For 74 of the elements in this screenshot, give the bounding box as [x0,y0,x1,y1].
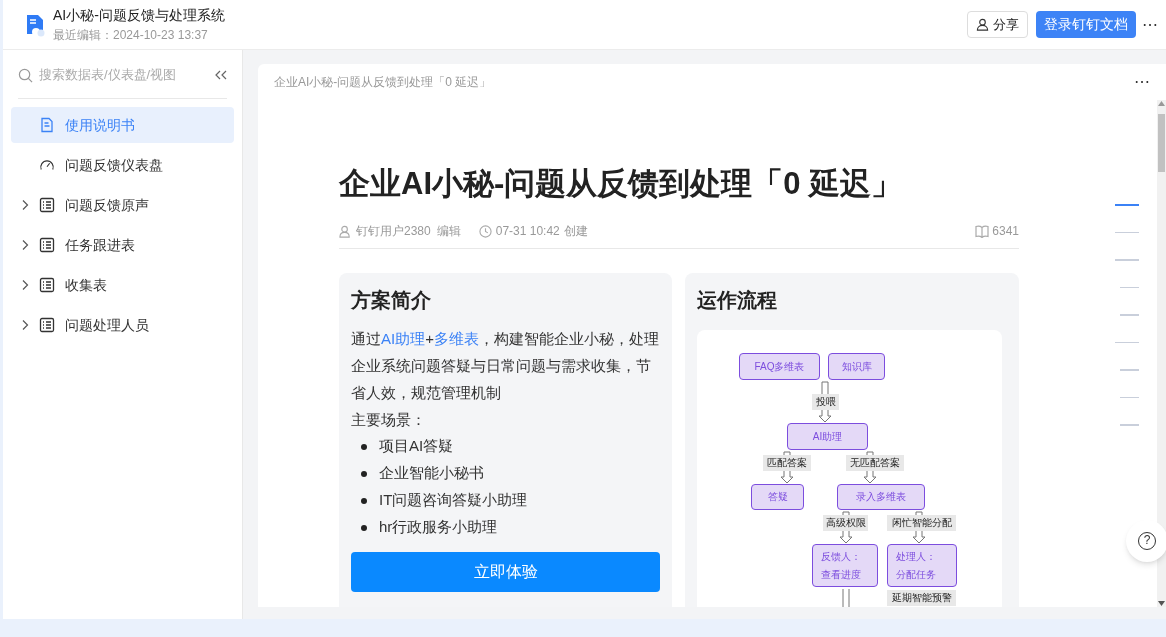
edited-label: 编辑 [436,223,461,240]
outline-marker[interactable] [1115,259,1139,261]
list-item: IT问题咨询答疑小助理 [379,490,528,511]
bullet-icon [361,524,367,531]
flow-node: 答疑 [751,484,804,510]
edge-label: 无匹配答案 [846,455,904,471]
section-heading: 方案简介 [351,288,432,313]
edge-label: 投喂 [812,394,839,410]
search-icon [18,67,33,83]
edge-label: 闲忙智能分配 [887,515,956,531]
flow-node: 处理人： 分配任务 [887,544,957,587]
scroll-down-icon[interactable] [1158,601,1165,607]
table-icon [39,317,55,333]
user-icon [339,224,352,238]
scroll-up-icon[interactable] [1158,100,1165,106]
share-button[interactable]: 分享 [967,11,1028,38]
scenes-label: 主要场景： [351,410,427,430]
sidebar-item[interactable]: 收集表 [11,267,234,303]
sidebar-item[interactable]: 问题处理人员 [11,307,234,343]
bullet-icon [361,497,367,504]
flow-node: 反馈人： 查看进度 [812,544,878,587]
book-icon [975,224,990,238]
outline-marker[interactable] [1115,341,1139,343]
bullet-icon [361,470,367,477]
flow-node: AI助理 [787,423,868,450]
connector-line [842,588,850,607]
sidebar-item[interactable]: 问题反馈原声 [11,187,234,223]
section-heading: 运作流程 [697,288,778,313]
document-icon [39,117,55,133]
edge-label: 匹配答案 [763,455,811,471]
flow-node: 知识库 [828,353,885,380]
edge-label: 延期智能预警 [887,590,956,606]
outline-marker[interactable] [1115,231,1139,233]
expand-chevron-icon[interactable] [21,239,29,251]
list-item: hr行政服务小助理 [379,517,498,538]
author-text: 钉钉用户2380 [356,223,431,240]
last-edited-text: 最近编辑：2024-10-23 13:37 [53,26,209,44]
intro-paragraph: 通过AI助理+多维表，构建智能企业小秘，处理企业系统问题答疑与日常问题与需求收集，节省人效，规范管理机制 [351,329,660,403]
view-count: 6341 [992,223,1019,240]
table-icon [39,197,55,213]
expand-chevron-icon[interactable] [21,199,29,211]
flow-node: FAQ多维表 [739,353,820,380]
created-label: 创建 [563,223,588,240]
document-title: AI小秘-问题反馈与处理系统 [53,5,225,24]
scrollbar[interactable] [1157,100,1166,607]
outline-marker[interactable] [1120,396,1139,398]
link[interactable]: 多维表 [433,330,479,347]
edge-label: 高级权限 [823,515,868,531]
search-field[interactable]: 搜索数据表/仪表盘/视图 [18,65,215,85]
list-item: 企业智能小秘书 [379,463,484,484]
sidebar-item[interactable]: 任务跟进表 [11,227,234,263]
sidebar-item[interactable]: 问题反馈仪表盘 [11,147,234,183]
scrollbar-thumb[interactable] [1158,114,1165,172]
list-item: 项目AI答疑 [379,436,454,457]
page-title: 企业AI小秘-问题从反馈到处理「0 延迟」 [339,165,904,203]
document-logo-icon [25,12,47,37]
user-icon [976,18,989,31]
outline-marker[interactable] [1120,369,1139,371]
outline-marker[interactable] [1115,204,1139,206]
outline-marker[interactable] [1120,286,1139,288]
more-button[interactable]: ⋯ [1134,74,1150,90]
expand-chevron-icon[interactable] [21,279,29,291]
outline-marker[interactable] [1120,314,1139,316]
outline-marker[interactable] [1120,424,1139,426]
flow-node: 录入多维表 [837,484,925,510]
bullet-icon [361,443,367,450]
table-icon [39,237,55,253]
more-button[interactable]: ⋯ [1142,16,1158,33]
clock-icon [478,224,492,238]
created-time: 07-31 10:42 [495,223,560,240]
login-button[interactable]: 登录钉钉文档 [1036,11,1136,38]
table-icon [39,277,55,293]
collapse-icon[interactable] [215,70,227,80]
expand-chevron-icon[interactable] [21,319,29,331]
